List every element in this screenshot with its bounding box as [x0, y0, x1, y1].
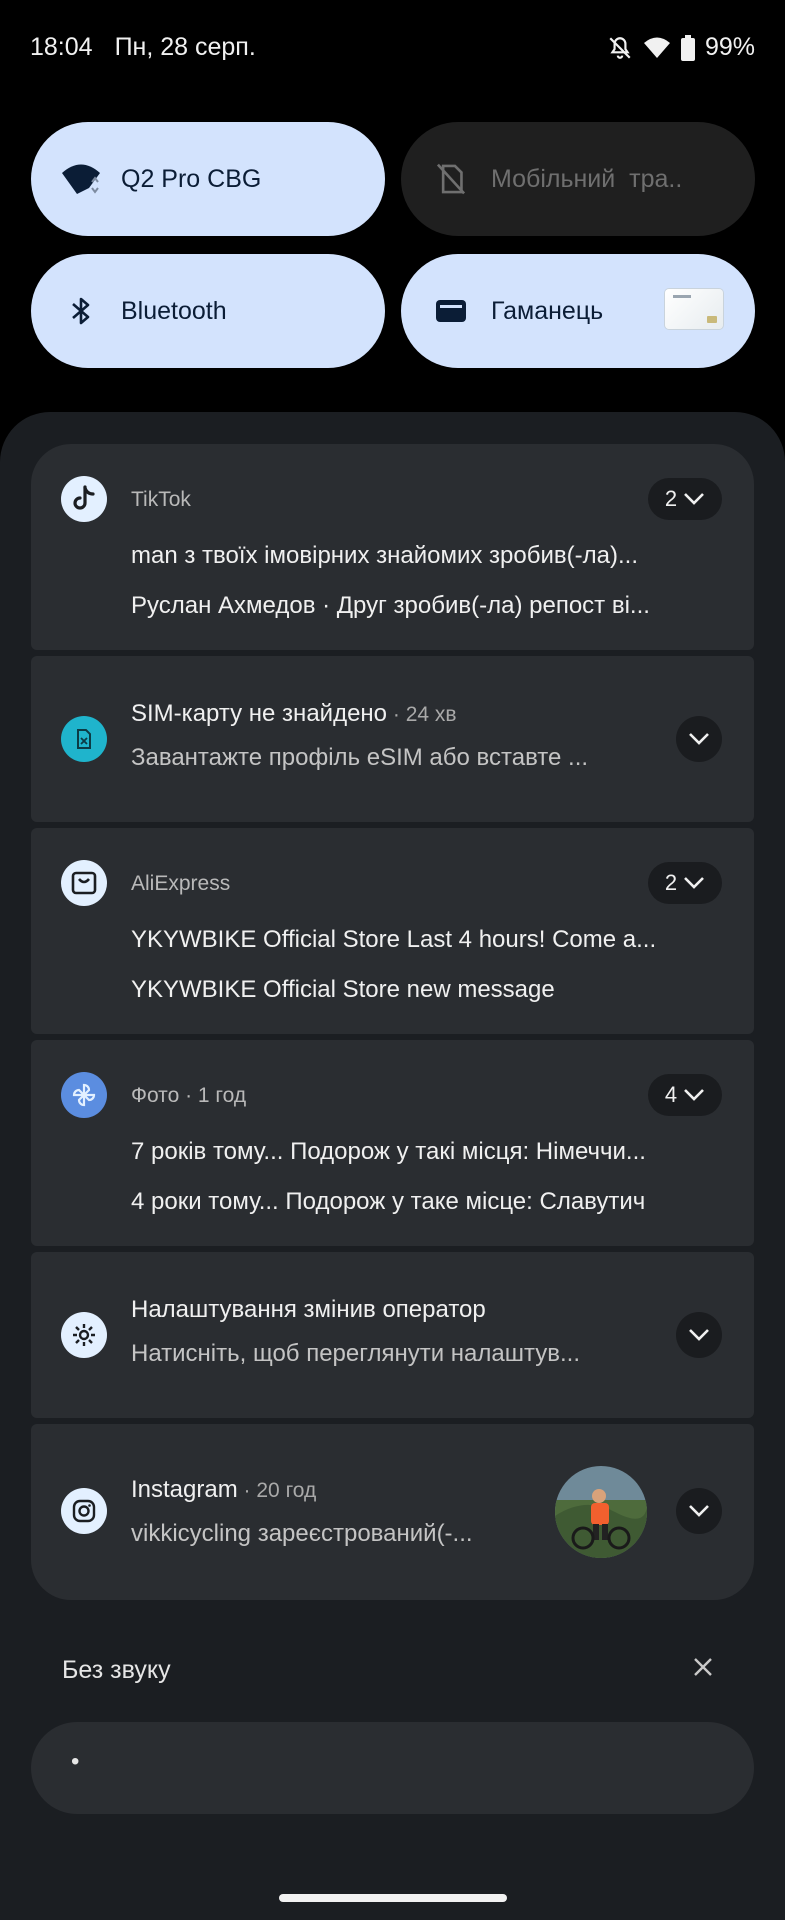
bluetooth-tile-label: Bluetooth — [121, 296, 227, 325]
notification-photos[interactable]: Фото · 1 год 4 7 років тому... Подорож у… — [31, 1040, 754, 1246]
notification-tiktok[interactable]: TikTok 2 man з твоїх імовірних знайомих … — [31, 444, 754, 650]
gesture-home-bar[interactable] — [279, 1894, 507, 1902]
wallet-icon — [429, 289, 473, 333]
tiktok-icon — [61, 476, 107, 522]
photos-pinwheel-icon — [61, 1072, 107, 1118]
notification-line-2: 4 роки тому... Подорож у таке місце: Сла… — [131, 1188, 646, 1215]
silent-notification-card[interactable]: • — [31, 1722, 754, 1814]
expand-button[interactable] — [676, 1488, 722, 1534]
status-left: 18:04 Пн, 28 серп. — [30, 33, 256, 62]
expand-button[interactable] — [676, 1312, 722, 1358]
notification-count: 2 — [664, 870, 678, 895]
bluetooth-icon — [59, 289, 103, 333]
notification-line-2: YKYWBIKE Official Store new message — [131, 976, 555, 1003]
expand-group-button[interactable]: 4 — [648, 1074, 722, 1116]
chevron-down-icon — [689, 1505, 709, 1517]
expand-group-button[interactable]: 2 — [648, 478, 722, 520]
mute-icon — [607, 35, 633, 61]
notification-title-text: SIM-карту не знайдено — [131, 700, 388, 727]
chevron-down-icon — [689, 1329, 709, 1341]
battery-level: 99% — [704, 33, 755, 61]
bluetooth-tile[interactable]: Bluetooth — [31, 254, 385, 368]
expand-button[interactable] — [676, 716, 722, 762]
notification-shade: TikTok 2 man з твоїх імовірних знайомих … — [0, 412, 785, 1920]
notification-line-1: man з твоїх імовірних знайомих зробив(-л… — [131, 542, 638, 569]
chevron-down-icon — [684, 1089, 705, 1101]
chevron-down-icon — [684, 493, 705, 505]
wallet-card-thumbnail — [665, 289, 723, 329]
notification-text: Завантажте профіль eSIM або вставте ... — [131, 744, 589, 771]
notification-time: · 20 год — [237, 1479, 317, 1502]
chevron-down-icon — [684, 877, 705, 889]
aliexpress-icon — [61, 860, 107, 906]
notification-line-1: 7 років тому... Подорож у такі місця: Ні… — [131, 1138, 646, 1165]
notification-line-1: YKYWBIKE Official Store Last 4 hours! Co… — [131, 926, 657, 953]
notification-line-2: Руслан Ахмедов · Друг зробив(-ла) репост… — [131, 592, 650, 619]
no-sim-icon — [429, 157, 473, 201]
notification-title-text: Instagram — [131, 1476, 238, 1503]
notification-count: 4 — [664, 1082, 678, 1107]
notification-time: · 1 год — [179, 1084, 247, 1107]
notification-carrier-settings[interactable]: Налаштування змінив оператор Натисніть, … — [31, 1252, 754, 1418]
status-bar: 18:04 Пн, 28 серп. 99% — [0, 0, 785, 95]
clock: 18:04 — [30, 33, 93, 61]
wallet-tile-label: Гаманець — [491, 296, 604, 325]
status-right: 99% — [607, 33, 755, 62]
mobile-data-tile[interactable]: Мобільний тра.. — [401, 122, 755, 236]
clear-silent-button[interactable] — [688, 1652, 718, 1682]
notification-aliexpress[interactable]: AliExpress 2 YKYWBIKE Official Store Las… — [31, 828, 754, 1034]
wifi-tile[interactable]: Q2 Pro CBG — [31, 122, 385, 236]
notification-sim[interactable]: SIM-карту не знайдено · 24 хв Завантажте… — [31, 656, 754, 822]
instagram-icon — [61, 1488, 107, 1534]
notification-app-name: AliExpress — [131, 872, 231, 895]
battery-icon — [680, 34, 695, 61]
wallet-tile[interactable]: Гаманець — [401, 254, 755, 368]
notification-text: vikkicycling зареєстрований(-... — [131, 1520, 473, 1547]
notification-app-name: TikTok — [131, 488, 191, 511]
expand-group-button[interactable]: 2 — [648, 862, 722, 904]
settings-gear-icon — [61, 1312, 107, 1358]
wifi-tile-label: Q2 Pro CBG — [121, 164, 262, 193]
notification-instagram[interactable]: Instagram · 20 год vikkicycling зареєстр… — [31, 1424, 754, 1600]
notification-title: Налаштування змінив оператор — [131, 1296, 486, 1323]
mobile-data-tile-label: Мобільний тра.. — [491, 164, 683, 193]
notification-count: 2 — [664, 486, 678, 511]
sim-card-icon — [61, 716, 107, 762]
wifi-status-icon — [643, 36, 671, 60]
date: Пн, 28 серп. — [114, 33, 256, 61]
notification-app-name: Фото · 1 год — [131, 1084, 246, 1108]
notification-app-name-text: Фото — [131, 1084, 180, 1107]
avatar — [555, 1466, 647, 1558]
notification-title: SIM-карту не знайдено · 24 хв — [131, 700, 731, 728]
chevron-down-icon — [689, 733, 709, 745]
close-icon — [694, 1658, 712, 1676]
notification-title: Instagram · 20 год — [131, 1476, 531, 1504]
silent-section-header: Без звуку — [62, 1656, 171, 1684]
notification-time: · 24 хв — [387, 703, 457, 726]
silent-notification-dot: • — [71, 1748, 80, 1775]
notification-text: Натисніть, щоб переглянути налаштув... — [131, 1340, 581, 1367]
wifi-icon — [59, 157, 103, 201]
